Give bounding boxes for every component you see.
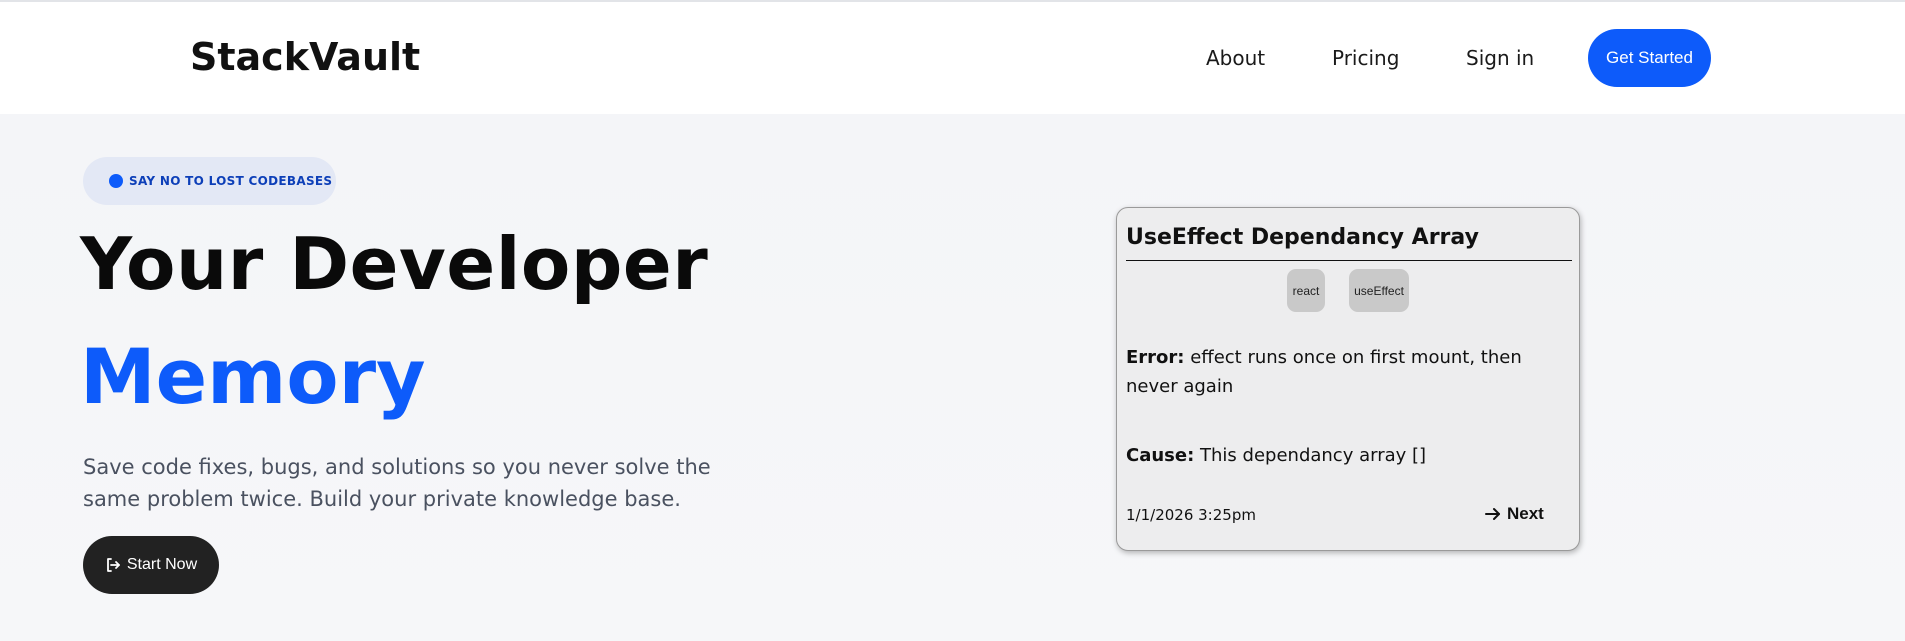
nav-link-about[interactable]: About: [1206, 46, 1265, 70]
get-started-button[interactable]: Get Started: [1588, 29, 1711, 87]
tag-react[interactable]: react: [1287, 269, 1325, 312]
hero-badge: SAY NO TO LOST CODEBASES: [83, 157, 336, 205]
arrow-right-icon: [1485, 507, 1501, 521]
error-label: Error:: [1126, 347, 1185, 368]
cause-label: Cause:: [1126, 445, 1195, 466]
hero-title-line-2: Memory: [80, 332, 426, 421]
badge-label: SAY NO TO LOST CODEBASES: [129, 174, 333, 188]
cause-text: This dependancy array []: [1200, 445, 1427, 466]
nav-link-sign-in[interactable]: Sign in: [1466, 46, 1534, 70]
card-error: Error: effect runs once on first mount, …: [1126, 343, 1566, 401]
next-button[interactable]: Next: [1485, 504, 1544, 524]
start-now-label: Start Now: [126, 556, 198, 573]
brand-logo[interactable]: StackVault: [190, 35, 420, 79]
snippet-card: UseEffect Dependancy Array react useEffe…: [1116, 207, 1580, 551]
start-now-button[interactable]: Start Now: [83, 536, 219, 594]
navbar: StackVault About Pricing Sign in Get Sta…: [0, 2, 1905, 114]
error-text: effect runs once on first mount, then ne…: [1126, 347, 1522, 397]
card-divider: [1126, 260, 1572, 261]
card-cause: Cause: This dependancy array []: [1126, 441, 1566, 470]
sign-in-icon: [105, 557, 121, 573]
badge-dot-icon: [109, 174, 123, 188]
card-date: 1/1/2026 3:25pm: [1126, 506, 1256, 524]
nav-link-pricing[interactable]: Pricing: [1332, 46, 1399, 70]
tag-useeffect[interactable]: useEffect: [1349, 269, 1409, 312]
hero-title-line-1: Your Developer: [80, 222, 709, 306]
hero-subtitle: Save code fixes, bugs, and solutions so …: [83, 455, 711, 511]
next-label: Next: [1507, 504, 1544, 523]
card-title: UseEffect Dependancy Array: [1126, 225, 1479, 250]
